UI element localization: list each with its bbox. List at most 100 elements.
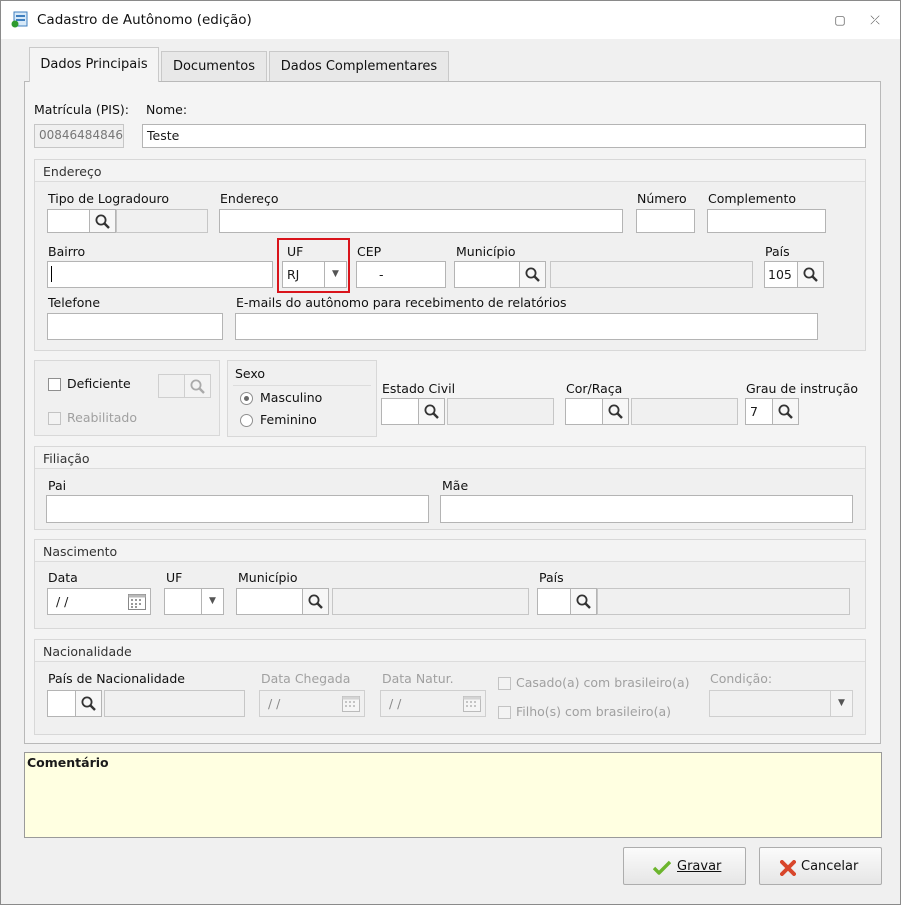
tab-documentos[interactable]: Documentos (161, 51, 267, 81)
pais-field[interactable]: 105 (764, 261, 798, 288)
window-title: Cadastro de Autônomo (edição) (37, 12, 252, 28)
mae-field[interactable] (440, 495, 853, 523)
text-caret (51, 266, 52, 282)
calendar-icon (463, 696, 481, 712)
chevron-down-icon: ▼ (838, 698, 845, 708)
search-icon (81, 696, 96, 711)
nome-field[interactable]: Teste (142, 124, 866, 148)
gravar-button[interactable]: Gravar (623, 847, 746, 885)
filhos-label: Filho(s) com brasileiro(a) (516, 704, 671, 719)
search-icon (525, 267, 540, 282)
complemento-label: Complemento (708, 191, 796, 206)
cor-raca-search-button[interactable] (603, 398, 629, 425)
tab-dados-complementares[interactable]: Dados Complementares (269, 51, 449, 81)
deficiencia-search-button (185, 374, 211, 398)
pais-nacionalidade-search-button[interactable] (76, 690, 102, 717)
pai-label: Pai (48, 478, 67, 493)
pais-search-button[interactable] (798, 261, 824, 288)
casado-checkbox (498, 677, 511, 690)
municipio-desc (550, 261, 753, 288)
filiacao-title: Filiação (43, 451, 90, 466)
mae-label: Mãe (442, 478, 469, 493)
masculino-label: Masculino (260, 390, 323, 405)
pai-field[interactable] (46, 495, 429, 523)
condicao-label: Condição: (710, 671, 773, 686)
search-icon (803, 267, 818, 282)
endereco-field[interactable] (219, 209, 623, 233)
casado-label: Casado(a) com brasileiro(a) (516, 675, 690, 690)
tipo-logradouro-search-button[interactable] (90, 209, 116, 233)
nasc-pais-search-button[interactable] (571, 588, 597, 615)
matricula-label: Matrícula (PIS): (34, 102, 129, 117)
nasc-pais-desc (597, 588, 850, 615)
tipo-logradouro-desc (116, 209, 208, 233)
nasc-municipio-label: Município (238, 570, 298, 585)
data-natur-label: Data Natur. (382, 671, 454, 686)
cep-label: CEP (357, 244, 382, 259)
telefone-field[interactable] (47, 313, 223, 340)
complemento-field[interactable] (707, 209, 826, 233)
tipo-logradouro-label: Tipo de Logradouro (48, 191, 170, 206)
data-chegada-label: Data Chegada (261, 671, 351, 686)
nasc-uf-select[interactable] (164, 588, 202, 615)
estado-civil-search-button[interactable] (419, 398, 445, 425)
pais-label: País (765, 244, 790, 259)
deficiente-checkbox[interactable] (48, 378, 61, 391)
numero-field[interactable] (636, 209, 695, 233)
x-icon (780, 860, 796, 876)
cancelar-label: Cancelar (801, 859, 859, 874)
tab-dados-principais[interactable]: Dados Principais (29, 47, 159, 82)
calendar-icon[interactable] (127, 592, 147, 611)
uf-highlight (277, 238, 350, 293)
nasc-data-label: Data (48, 570, 78, 585)
search-icon (424, 404, 439, 419)
emails-field[interactable] (235, 313, 818, 340)
estado-civil-field[interactable] (381, 398, 419, 425)
nasc-pais-field[interactable] (537, 588, 571, 615)
nasc-municipio-desc (332, 588, 529, 615)
app-icon (11, 11, 28, 28)
nasc-municipio-field[interactable] (236, 588, 303, 615)
pais-nacionalidade-desc (104, 690, 245, 717)
endereco-label: Endereço (220, 191, 279, 206)
grau-instrucao-search-button[interactable] (773, 398, 799, 425)
masculino-radio[interactable] (240, 392, 253, 405)
gravar-label: Gravar (677, 859, 722, 874)
condicao-dropdown-button: ▼ (831, 690, 853, 717)
estado-civil-label: Estado Civil (382, 381, 456, 396)
pais-nacionalidade-label: País de Nacionalidade (48, 671, 185, 686)
search-icon (576, 594, 591, 609)
window: Cadastro de Autônomo (edição) ▢ ⤫ Dados … (0, 0, 901, 905)
nasc-uf-dropdown-button[interactable]: ▼ (202, 588, 224, 615)
grau-instrucao-label: Grau de instrução (746, 381, 859, 396)
municipio-label: Município (456, 244, 516, 259)
grau-instrucao-field[interactable]: 7 (745, 398, 773, 425)
calendar-icon (342, 696, 360, 712)
nome-label: Nome: (146, 102, 188, 117)
close-button[interactable]: ⤫ (865, 10, 885, 30)
restore-button[interactable]: ▢ (830, 10, 850, 30)
sexo-title: Sexo (235, 366, 266, 381)
cep-field[interactable]: - (356, 261, 446, 288)
feminino-label: Feminino (260, 412, 317, 427)
nascimento-title: Nascimento (43, 544, 118, 559)
bairro-field[interactable] (47, 261, 273, 288)
search-icon (778, 404, 793, 419)
estado-civil-desc (447, 398, 554, 425)
pais-nacionalidade-field[interactable] (47, 690, 76, 717)
municipio-field[interactable] (454, 261, 520, 288)
cancelar-button[interactable]: Cancelar (759, 847, 882, 885)
comment-box[interactable]: Comentário (24, 752, 882, 838)
cor-raca-label: Cor/Raça (566, 381, 623, 396)
municipio-search-button[interactable] (520, 261, 546, 288)
search-icon (308, 594, 323, 609)
reabilitado-label: Reabilitado (67, 410, 137, 425)
deficiencia-field (158, 374, 185, 398)
search-icon (608, 404, 623, 419)
nasc-municipio-search-button[interactable] (303, 588, 329, 615)
tipo-logradouro-field[interactable] (47, 209, 90, 233)
chevron-down-icon: ▼ (209, 596, 216, 606)
deficiente-label: Deficiente (67, 376, 131, 391)
feminino-radio[interactable] (240, 414, 253, 427)
cor-raca-field[interactable] (565, 398, 603, 425)
